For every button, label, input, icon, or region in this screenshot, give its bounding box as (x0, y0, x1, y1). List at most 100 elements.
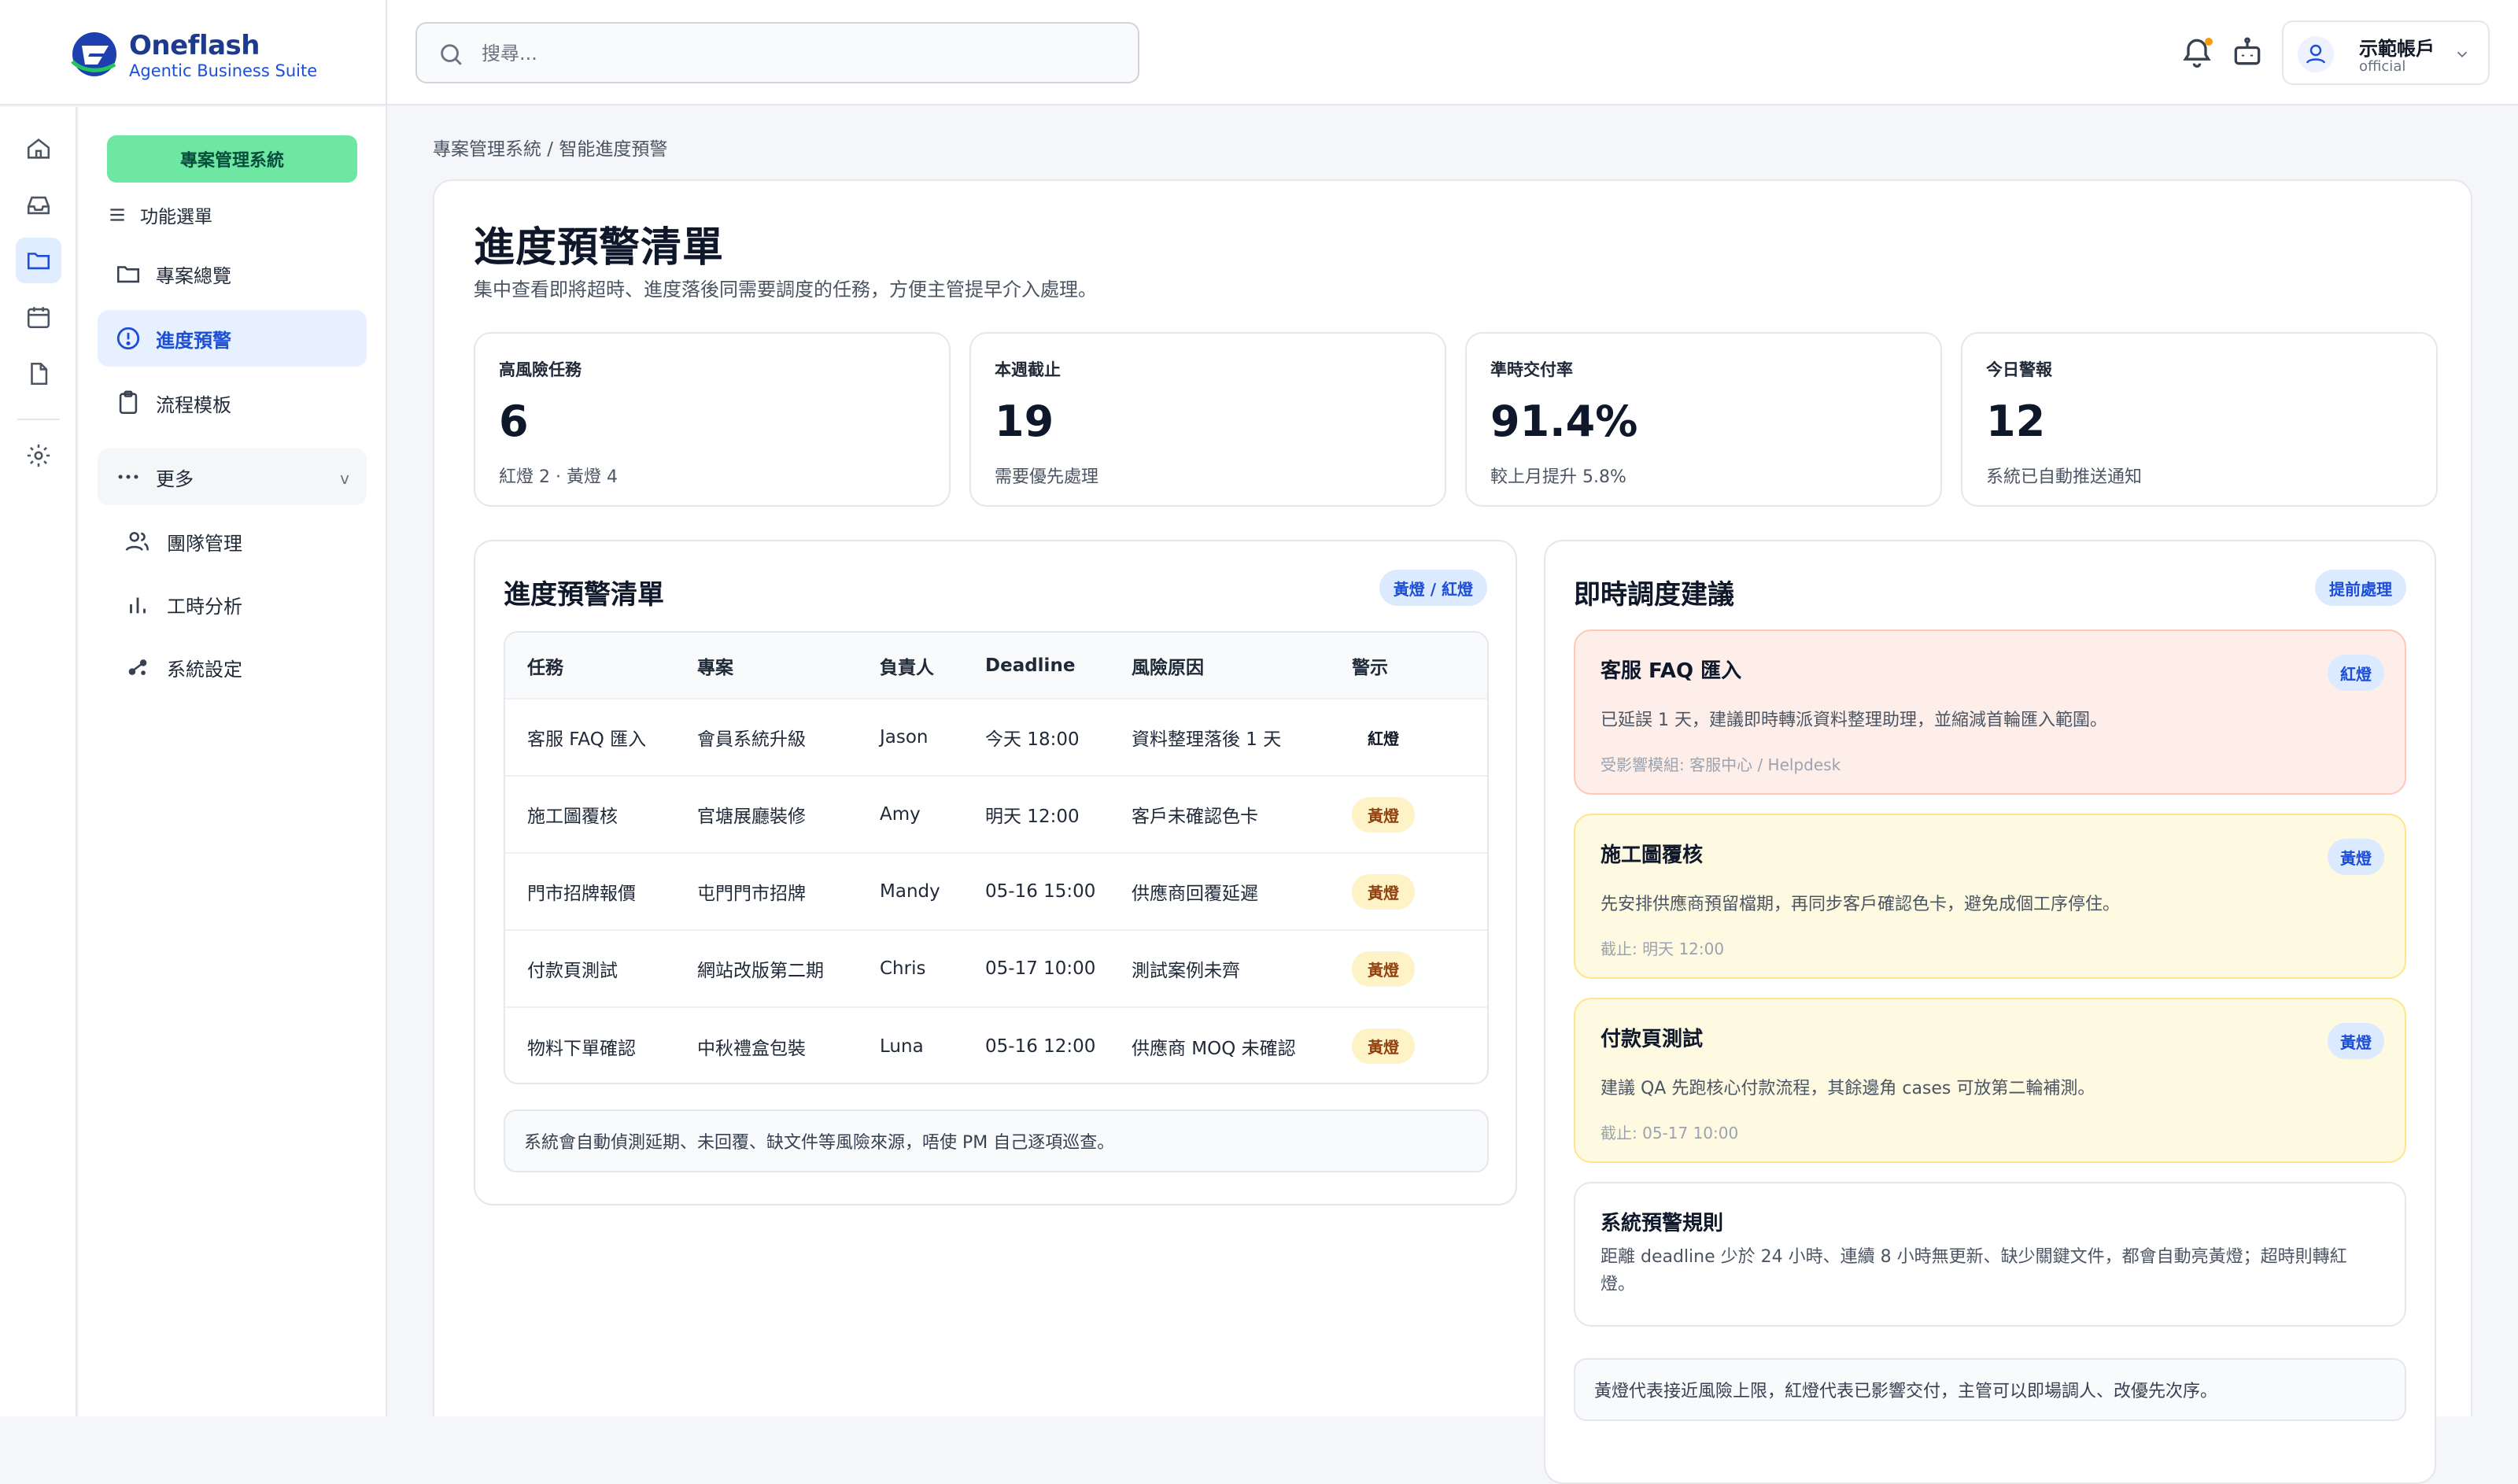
suggestion-meta: 截止: 明天 12:00 (1601, 939, 1725, 958)
reason-cell: 客戶未確認色卡 (1109, 775, 1330, 853)
home-icon (27, 138, 50, 159)
rail-home-button[interactable] (16, 126, 61, 172)
task-cell: 物料下單確認 (505, 1006, 675, 1083)
table-header-row: 任務 專案 負責人 Deadline 風險原因 警示 (505, 633, 1487, 699)
stat-label: 準時交付率 (1490, 360, 1573, 379)
document-icon (31, 362, 48, 386)
suggestion-badge: 黃燈 (2328, 839, 2384, 875)
sidebar-item-more[interactable]: 更多 v (98, 449, 367, 505)
settings-icon (27, 444, 50, 467)
deadline-cell: 今天 18:00 (963, 698, 1109, 776)
menu-heading-label: 功能選單 (140, 207, 212, 227)
card-title: 進度預警清單 (504, 579, 664, 611)
sidebar-item-overview[interactable]: 專案總覽 (98, 245, 367, 302)
deadline-cell: 05-16 15:00 (963, 852, 1109, 930)
rail-separator (17, 419, 60, 420)
suggestion-badge: 黃燈 (2328, 1023, 2384, 1059)
search-icon (441, 44, 462, 65)
column-header: 任務 (527, 657, 563, 678)
notification-dot (2205, 38, 2213, 46)
sidebar-item-label: 進度預警 (156, 329, 231, 352)
icon-rail (0, 107, 77, 1416)
table-footnote: 系統會自動偵測延期、未回覆、缺文件等風險來源，唔使 PM 自己逐項巡查。 (504, 1109, 1489, 1172)
column-header: Deadline (985, 655, 1076, 676)
users-icon (125, 532, 150, 552)
account-menu[interactable]: 示範帳戶 official (2282, 20, 2490, 85)
table-row[interactable]: 付款頁測試 網站改版第二期 Chris 05-17 10:00 測試案例未齊 黃… (505, 929, 1487, 1007)
inbox-icon (27, 196, 50, 215)
suggestion-card[interactable]: 客服 FAQ 匯入 紅燈 已延誤 1 天，建議即時轉派資料整理助理，並縮減首輪匯… (1574, 629, 2406, 795)
brand-tagline: Agentic Business Suite (129, 61, 318, 80)
reason-cell: 供應商回覆延遲 (1109, 852, 1330, 930)
suggestion-body: 已延誤 1 天，建議即時轉派資料整理助理，並縮減首輪匯入範圍。 (1601, 711, 2107, 730)
rail-documents-button[interactable] (16, 351, 61, 397)
brand-logo[interactable]: Oneflash Agentic Business Suite (68, 28, 382, 80)
project-cell: 官塘展廳裝修 (675, 775, 858, 853)
stat-value: 12 (1986, 397, 2046, 446)
suggestions-footnote: 黃燈代表接近風險上限，紅燈代表已影響交付，主管可以即場調人、改優先次序。 (1574, 1358, 2406, 1421)
folder-icon (116, 266, 140, 283)
sidebar-item-templates[interactable]: 流程模板 (98, 375, 367, 431)
stat-value: 91.4% (1490, 397, 1638, 446)
search-input[interactable] (482, 38, 1111, 69)
rail-settings-button[interactable] (16, 433, 61, 478)
sidebar-subitem-settings[interactable]: 系統設定 (124, 652, 242, 683)
sidebar-subitem-team[interactable]: 團隊管理 (124, 526, 242, 557)
sidebar-subitem-timesheet[interactable]: 工時分析 (124, 589, 242, 620)
stat-card-high-risk: 高風險任務 6 紅燈 2 · 黃燈 4 (474, 332, 951, 507)
suggestion-card[interactable]: 付款頁測試 黃燈 建議 QA 先跑核心付款流程，其餘邊角 cases 可放第二輪… (1574, 998, 2406, 1163)
warning-table: 任務 專案 負責人 Deadline 風險原因 警示 客服 FAQ 匯入 會員系… (504, 631, 1489, 1084)
owner-cell: Jason (858, 698, 963, 776)
account-subtitle: official (2359, 58, 2406, 75)
rail-projects-button[interactable] (16, 238, 61, 283)
deadline-cell: 05-17 10:00 (963, 929, 1109, 1007)
stat-note: 較上月提升 5.8% (1490, 467, 1626, 487)
priority-pill[interactable]: 提前處理 (2315, 570, 2406, 606)
stat-label: 高風險任務 (499, 360, 582, 379)
stat-value: 19 (995, 397, 1054, 446)
assistant-button[interactable] (2230, 35, 2265, 69)
owner-cell: Luna (858, 1006, 963, 1083)
filter-pill[interactable]: 黃燈 / 紅燈 (1379, 570, 1487, 606)
calendar-icon (27, 307, 50, 329)
stat-note: 系統已自動推送通知 (1986, 467, 2143, 487)
bar-chart-icon (130, 597, 146, 614)
project-cell: 中秋禮盒包裝 (675, 1006, 858, 1083)
deadline-cell: 明天 12:00 (963, 775, 1109, 853)
suggestion-card[interactable]: 施工圖覆核 黃燈 先安排供應商預留檔期，再同步客戶確認色卡，避免成個工序停住。 … (1574, 814, 2406, 979)
column-header: 負責人 (880, 657, 934, 678)
module-switch-button[interactable]: 專案管理系統 (107, 135, 357, 183)
sidebar-subitem-label: 系統設定 (167, 658, 242, 681)
menu-icon (110, 209, 124, 221)
suggestion-meta: 受影響模組: 客服中心 / Helpdesk (1601, 755, 1841, 774)
table-row[interactable]: 門市招牌報價 屯門門市招牌 Mandy 05-16 15:00 供應商回覆延遲 … (505, 852, 1487, 930)
account-name: 示範帳戶 (2359, 38, 2435, 60)
suggestion-body: 建議 QA 先跑核心付款流程，其餘邊角 cases 可放第二輪補測。 (1601, 1079, 2095, 1098)
sidebar-subitem-label: 團隊管理 (167, 532, 242, 555)
owner-cell: Mandy (858, 852, 963, 930)
sidebar-item-progress-alert[interactable]: 進度預警 (98, 310, 367, 367)
clipboard-icon (119, 390, 138, 415)
sidebar-item-label: 專案總覽 (156, 264, 231, 287)
user-icon (2306, 44, 2326, 64)
suggestion-badge: 紅燈 (2328, 655, 2384, 691)
stat-label: 今日警報 (1986, 360, 2052, 379)
stat-card-alerts-today: 今日警報 12 系統已自動推送通知 (1961, 332, 2438, 507)
table-row[interactable]: 物料下單確認 中秋禮盒包裝 Luna 05-16 12:00 供應商 MOQ 未… (505, 1006, 1487, 1083)
alert-circle-icon (116, 327, 140, 350)
rail-inbox-button[interactable] (16, 183, 61, 228)
search-box[interactable] (415, 22, 1139, 83)
table-row[interactable]: 施工圖覆核 官塘展廳裝修 Amy 明天 12:00 客戶未確認色卡 黃燈 (505, 775, 1487, 853)
stat-note: 需要優先處理 (995, 467, 1099, 487)
page-title: 進度預警清單 (474, 224, 725, 271)
column-header: 專案 (697, 657, 733, 678)
reason-cell: 供應商 MOQ 未確認 (1109, 1006, 1330, 1083)
notifications-button[interactable] (2180, 35, 2214, 69)
table-row[interactable]: 客服 FAQ 匯入 會員系統升級 Jason 今天 18:00 資料整理落後 1… (505, 698, 1487, 776)
rail-calendar-button[interactable] (16, 294, 61, 340)
chevron-down-icon: v (340, 469, 349, 488)
suggestion-title: 施工圖覆核 (1601, 844, 1704, 867)
warning-list-card: 進度預警清單 黃燈 / 紅燈 任務 專案 負責人 Deadline 風險原因 警… (474, 540, 1517, 1205)
project-cell: 屯門門市招牌 (675, 852, 858, 930)
owner-cell: Chris (858, 929, 963, 1007)
